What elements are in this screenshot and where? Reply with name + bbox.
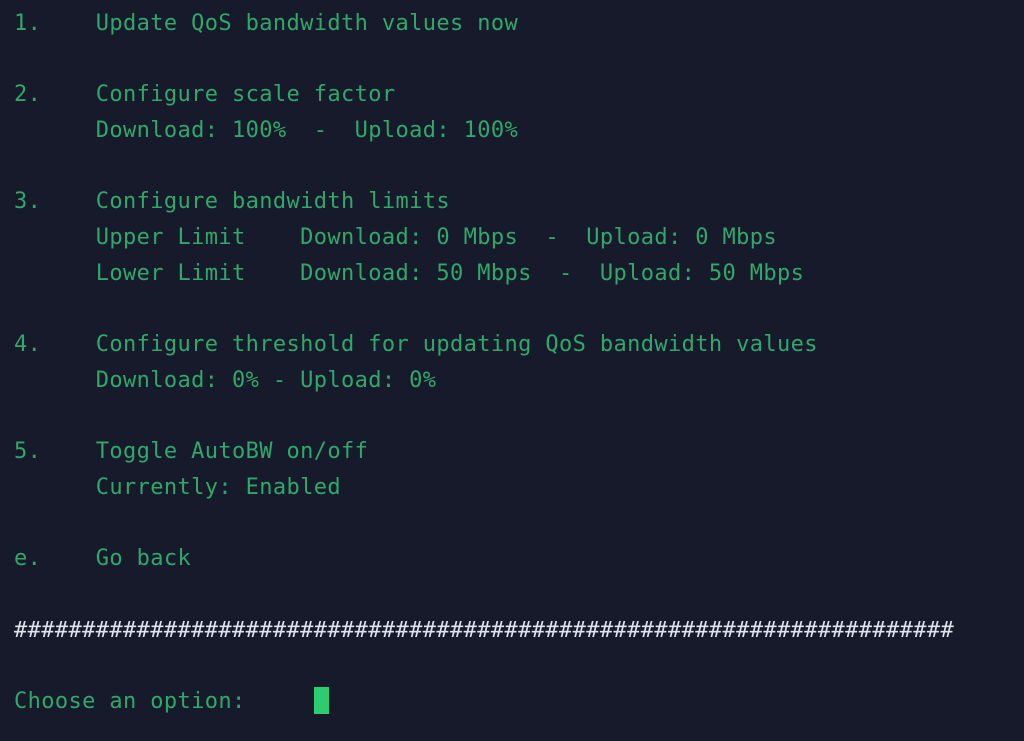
separator-rule: ########################################… [14,617,955,643]
menu-item-2[interactable]: 2. Configure scale factor [14,77,1024,113]
text-cursor[interactable] [313,687,329,715]
menu-item-5-detail-1: Currently: Enabled [14,474,342,500]
menu-item-3-detail-1: Upper Limit Download: 0 Mbps - Upload: 0… [14,225,778,251]
menu-item-4-detail-1: Download: 0% - Upload: 0% [14,367,437,393]
menu-item-exit[interactable]: e. Go back [14,541,1024,577]
prompt-label: Choose an option: [14,689,314,715]
menu-item-5[interactable]: 5. Toggle AutoBW on/off [14,434,1024,470]
menu-item-3-detail-2: Lower Limit Download: 50 Mbps - Upload: … [14,260,805,286]
terminal-screen: 1. Update QoS bandwidth values now 2. Co… [0,0,1024,741]
menu-item-2-detail-1: Download: 100% - Upload: 100% [14,118,519,144]
menu-item-3[interactable]: 3. Configure bandwidth limits [14,184,1024,220]
menu-item-4[interactable]: 4. Configure threshold for updating QoS … [14,327,1024,363]
menu-item-1[interactable]: 1. Update QoS bandwidth values now [14,6,1024,42]
option-prompt[interactable]: Choose an option: [14,684,1024,720]
